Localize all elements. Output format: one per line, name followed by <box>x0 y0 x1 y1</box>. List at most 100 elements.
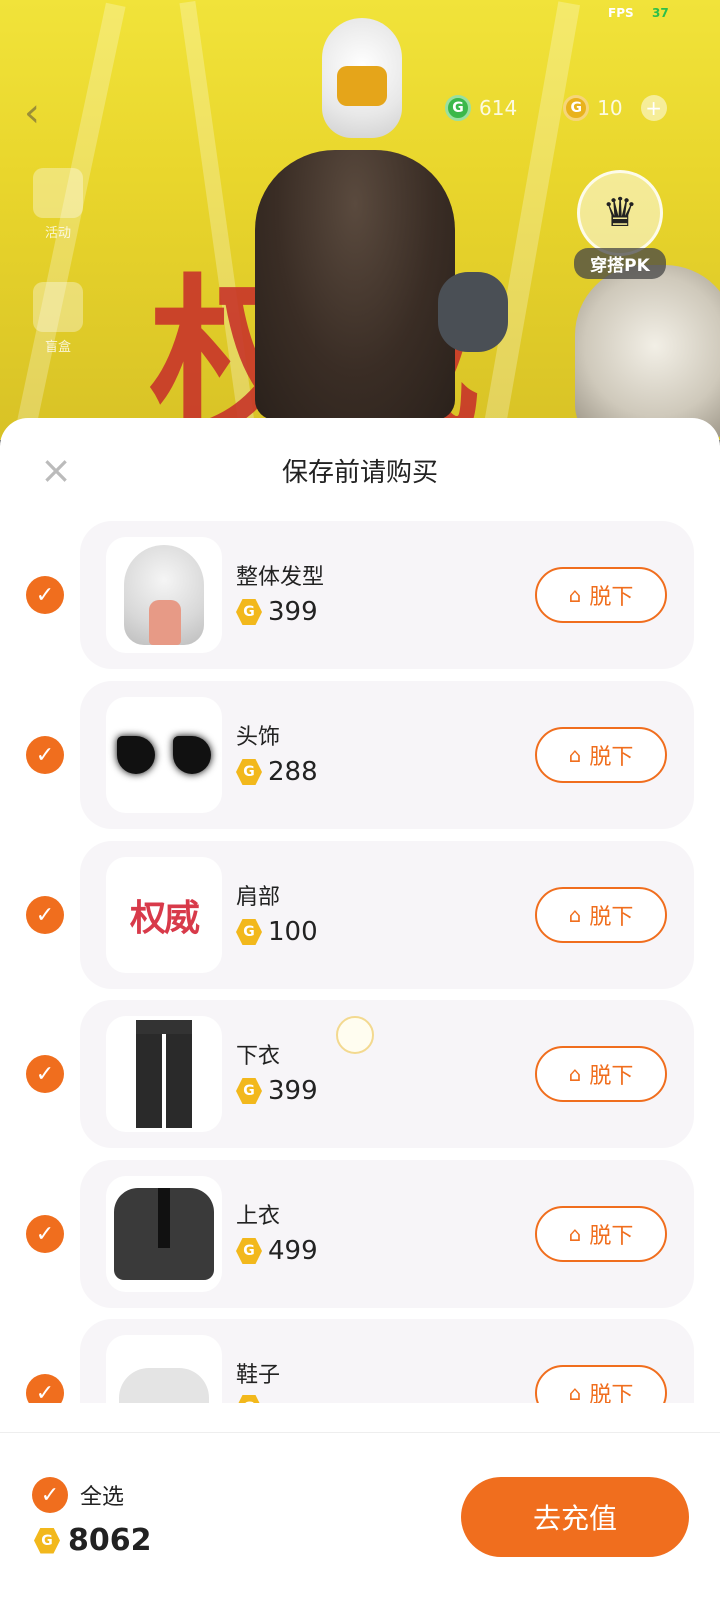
coin-icon: G <box>236 1078 262 1104</box>
item-price: G <box>236 1395 268 1403</box>
item-checkbox[interactable]: ✓ <box>26 1215 64 1253</box>
item-thumbnail <box>106 1176 222 1292</box>
hair-icon <box>124 545 204 645</box>
side-menu-label: 活动 <box>44 226 71 241</box>
list-item: ✓ 头饰 G 288 ⌂ 脱下 <box>0 681 720 829</box>
hanger-icon: ⌂ <box>568 1222 582 1246</box>
item-name: 下衣 <box>236 1044 281 1069</box>
select-all-toggle[interactable]: ✓ 全选 <box>32 1477 124 1513</box>
touch-indicator <box>336 1016 374 1054</box>
price-value: 499 <box>268 1236 318 1266</box>
item-price: G 288 <box>236 757 318 787</box>
list-item: ✓ 鞋子 G ⌂ 脱下 <box>0 1319 720 1403</box>
item-name: 整体发型 <box>236 565 325 590</box>
item-thumbnail: 权威 <box>106 857 222 973</box>
remove-button[interactable]: ⌂ 脱下 <box>535 727 667 783</box>
coin-icon: G <box>236 1238 262 1264</box>
outfit-pk-button[interactable]: ♛ 穿搭PK <box>560 170 680 279</box>
item-checkbox[interactable]: ✓ <box>26 736 64 774</box>
item-checkbox[interactable]: ✓ <box>26 896 64 934</box>
item-card: 下衣 G 399 ⌂ 脱下 <box>80 1000 694 1148</box>
list-item: ✓ 整体发型 G 399 ⌂ 脱下 <box>0 521 720 669</box>
item-card: 上衣 G 499 ⌂ 脱下 <box>80 1160 694 1308</box>
remove-label: 脱下 <box>589 745 634 770</box>
sweater-icon <box>114 1188 214 1280</box>
price-value: 100 <box>268 917 318 947</box>
select-all-label: 全选 <box>80 1485 125 1510</box>
avatar-outfit <box>255 150 455 420</box>
pet-tiger <box>575 265 720 440</box>
balloon-icon <box>33 168 83 218</box>
shoulder-calligraphy: 权威 <box>129 897 200 939</box>
side-menu-blindbox[interactable]: 盲盒 <box>28 282 88 355</box>
coin-icon: G <box>236 919 262 945</box>
select-all-checkbox[interactable]: ✓ <box>32 1477 68 1513</box>
remove-button[interactable]: ⌂ 脱下 <box>535 567 667 623</box>
side-menu-label: 盲盒 <box>44 340 71 355</box>
purchase-sheet: × 保存前请购买 ✓ 整体发型 G 399 ⌂ 脱下 ✓ 头饰 G 288 ⌂ … <box>0 418 720 1600</box>
item-card: 鞋子 G ⌂ 脱下 <box>80 1319 694 1403</box>
item-price: G 399 <box>236 1076 318 1106</box>
item-name: 上衣 <box>236 1204 281 1229</box>
item-price: G 100 <box>236 917 318 947</box>
side-menu-activity[interactable]: 活动 <box>28 168 88 241</box>
item-price: G 499 <box>236 1236 318 1266</box>
coin-icon: G <box>34 1527 60 1554</box>
hanger-icon: ⌂ <box>568 1062 582 1086</box>
item-name: 鞋子 <box>236 1363 281 1388</box>
hanger-icon: ⌂ <box>568 743 582 767</box>
item-list[interactable]: ✓ 整体发型 G 399 ⌂ 脱下 ✓ 头饰 G 288 ⌂ 脱下 ✓ 权威 肩… <box>0 518 720 1403</box>
item-checkbox[interactable]: ✓ <box>26 576 64 614</box>
pants-icon <box>136 1020 192 1128</box>
gold-coin-amount: 10 <box>597 96 623 120</box>
fps-label: FPS <box>608 6 634 20</box>
item-thumbnail <box>106 1335 222 1403</box>
add-currency-button[interactable]: + <box>640 95 667 121</box>
item-checkbox[interactable]: ✓ <box>26 1055 64 1093</box>
item-thumbnail <box>106 537 222 653</box>
avatar-mask <box>337 66 387 106</box>
sheet-title: 保存前请购买 <box>281 458 438 488</box>
coin-icon: G <box>236 599 262 625</box>
item-checkbox[interactable]: ✓ <box>26 1374 64 1403</box>
item-thumbnail <box>106 1016 222 1132</box>
back-icon[interactable]: ‹ <box>24 90 40 136</box>
fps-value: 37 <box>652 6 669 20</box>
remove-label: 脱下 <box>589 905 634 930</box>
remove-button[interactable]: ⌂ 脱下 <box>535 1365 667 1403</box>
game-scene: 权威 FPS 37 ‹ G 614 G 10 + 活动 盲盒 ♛ 穿搭PK <box>0 0 720 440</box>
price-value: 288 <box>268 757 318 787</box>
remove-button[interactable]: ⌂ 脱下 <box>535 1046 667 1102</box>
total-value: 8062 <box>68 1523 152 1558</box>
pet-shark <box>438 272 508 352</box>
hanger-icon: ⌂ <box>568 1381 582 1403</box>
box-icon <box>33 282 83 332</box>
hanger-icon: ⌂ <box>568 903 582 927</box>
total-price: G 8062 <box>34 1523 152 1558</box>
hanger-icon: ⌂ <box>568 583 582 607</box>
price-value: 399 <box>268 1076 318 1106</box>
remove-label: 脱下 <box>589 1383 634 1403</box>
item-name: 头饰 <box>236 725 281 750</box>
green-coin-amount: 614 <box>479 96 518 120</box>
shoe-icon <box>119 1368 209 1403</box>
coin-icon: G <box>236 1395 262 1403</box>
item-card: 权威 肩部 G 100 ⌂ 脱下 <box>80 841 694 989</box>
item-card: 整体发型 G 399 ⌂ 脱下 <box>80 521 694 669</box>
ears-icon <box>117 736 211 774</box>
currency-bar: G 614 G 10 + <box>445 92 667 124</box>
list-item: ✓ 权威 肩部 G 100 ⌂ 脱下 <box>0 841 720 989</box>
price-value: 399 <box>268 597 318 627</box>
pk-label: 穿搭PK <box>574 248 666 279</box>
item-name: 肩部 <box>236 885 281 910</box>
remove-label: 脱下 <box>589 1064 634 1089</box>
recharge-button[interactable]: 去充值 <box>461 1477 689 1557</box>
crown-icon: ♛ <box>577 170 663 256</box>
item-card: 头饰 G 288 ⌂ 脱下 <box>80 681 694 829</box>
item-price: G 399 <box>236 597 318 627</box>
item-thumbnail <box>106 697 222 813</box>
coin-icon: G <box>236 759 262 785</box>
remove-button[interactable]: ⌂ 脱下 <box>535 1206 667 1262</box>
gold-coin-icon: G <box>563 95 590 121</box>
remove-button[interactable]: ⌂ 脱下 <box>535 887 667 943</box>
